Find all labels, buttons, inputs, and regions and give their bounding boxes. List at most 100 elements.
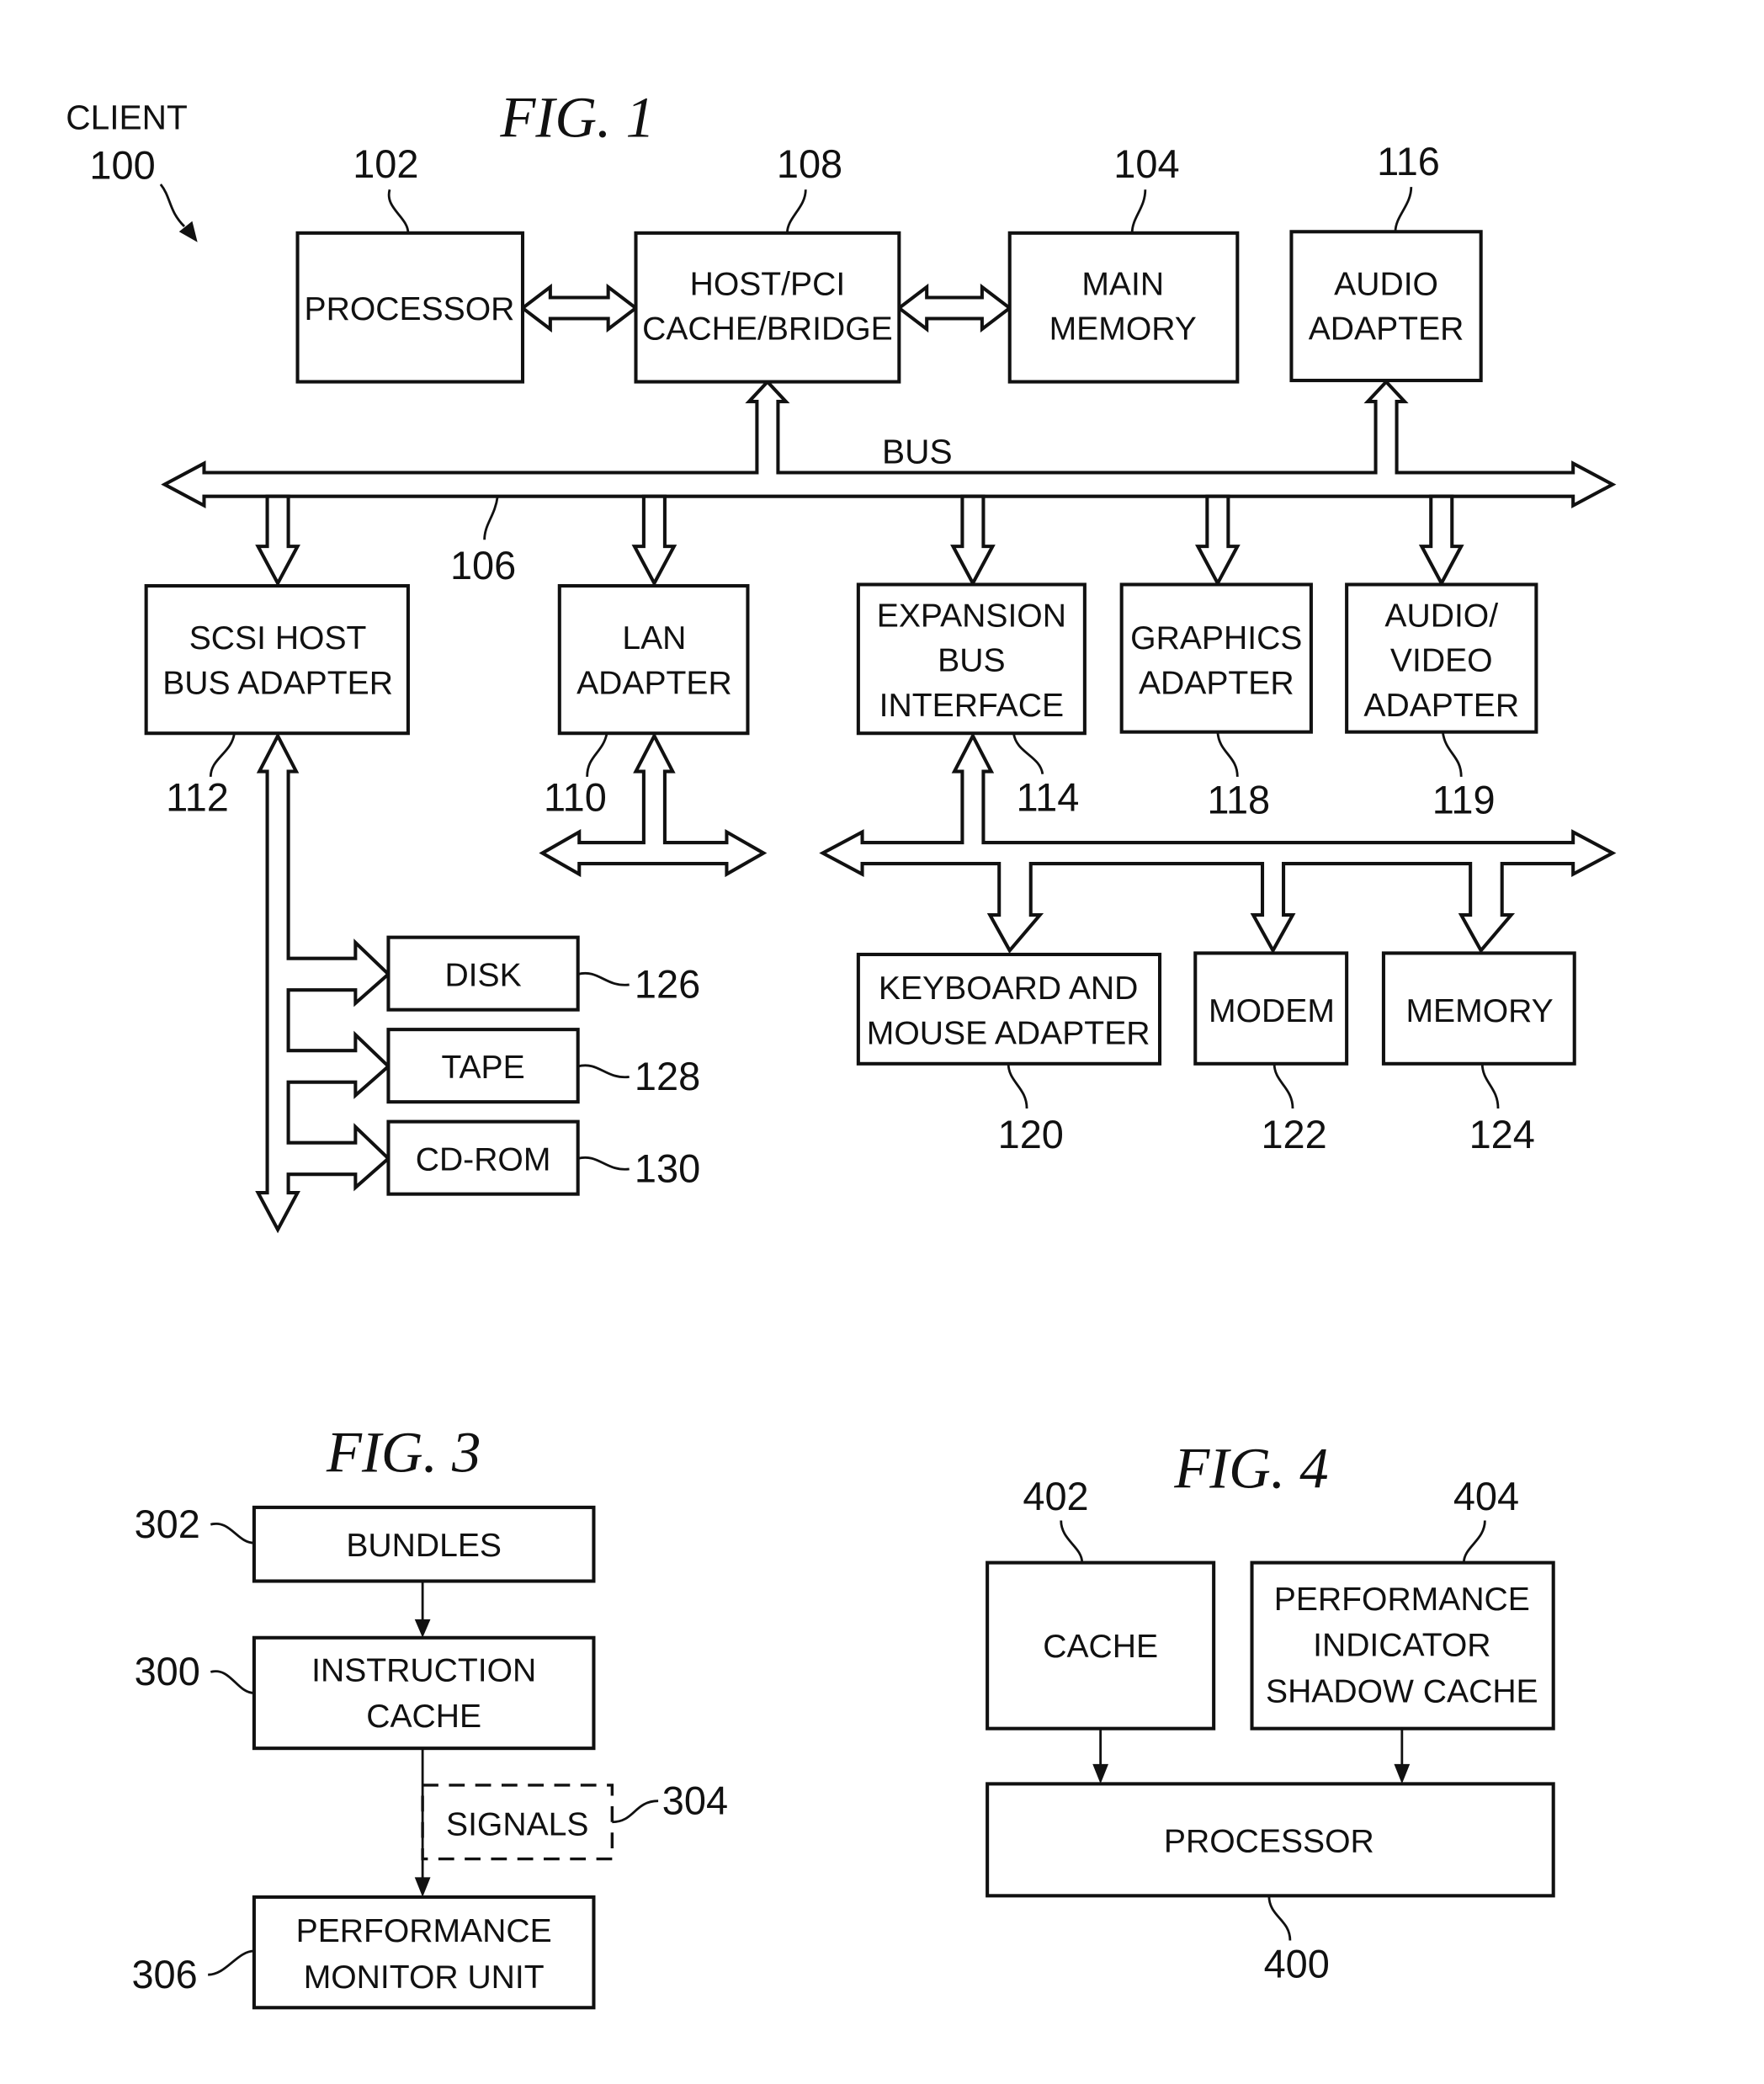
svg-text:ADAPTER: ADAPTER [1139, 665, 1294, 701]
block-graphics-adapter: GRAPHICS ADAPTER 118 [1119, 582, 1313, 822]
bus-leader-line [483, 496, 499, 540]
svg-text:ADAPTER: ADAPTER [1309, 311, 1464, 348]
arrowhead-icon [1092, 1763, 1109, 1784]
svg-text:TAPE: TAPE [441, 1050, 524, 1086]
ref-402: 402 [1023, 1475, 1088, 1518]
ref-130: 130 [635, 1147, 700, 1191]
svg-text:PROCESSOR: PROCESSOR [1164, 1824, 1374, 1860]
block-main-memory: MAIN MEMORY 104 [1007, 142, 1240, 384]
block-audio-video-adapter: AUDIO/ VIDEO ADAPTER 119 [1345, 582, 1538, 822]
ref-302: 302 [135, 1502, 200, 1546]
svg-text:AUDIO: AUDIO [1334, 266, 1438, 302]
ref-108: 108 [777, 142, 842, 186]
svg-text:MEMORY: MEMORY [1049, 311, 1197, 348]
ref-306: 306 [131, 1953, 197, 1996]
block-instruction-cache: INSTRUCTION CACHE 300 [135, 1635, 596, 1751]
arrowhead-icon [414, 1877, 431, 1897]
ref-119: 119 [1432, 779, 1496, 822]
svg-text:INTERFACE: INTERFACE [879, 688, 1064, 724]
svg-text:BUS: BUS [938, 643, 1005, 679]
svg-text:MONITOR UNIT: MONITOR UNIT [304, 1959, 545, 1996]
svg-text:PERFORMANCE: PERFORMANCE [1274, 1582, 1530, 1618]
expansion-bus-arrow [819, 731, 1617, 954]
svg-text:INDICATOR: INDICATOR [1313, 1628, 1490, 1664]
drop-arrow-lan [631, 494, 677, 587]
svg-text:CACHE: CACHE [366, 1699, 481, 1735]
processor-bridge-arrow [519, 283, 639, 333]
block-memory: MEMORY 124 [1381, 951, 1576, 1156]
block-cd-rom: CD-ROM 130 [386, 1119, 700, 1196]
drop-arrow-scsi [255, 494, 300, 587]
fig1-title: FIG. 1 [499, 86, 654, 150]
svg-text:SCSI HOST: SCSI HOST [189, 620, 367, 657]
ref-300: 300 [135, 1650, 200, 1693]
scsi-bus-arrow [255, 731, 391, 1234]
block-bundles: BUNDLES 302 [135, 1502, 596, 1583]
ref-120: 120 [998, 1113, 1064, 1156]
bus-label: BUS [882, 433, 953, 471]
drop-arrow-graphics [1194, 494, 1241, 587]
block-cache: CACHE 402 [986, 1475, 1216, 1730]
svg-text:EXPANSION: EXPANSION [877, 598, 1066, 635]
ref-124: 124 [1469, 1113, 1535, 1156]
client-label: CLIENT [66, 98, 188, 136]
svg-text:PERFORMANCE: PERFORMANCE [296, 1913, 552, 1949]
block-audio-adapter: AUDIO ADAPTER 116 [1289, 140, 1483, 383]
svg-text:LAN: LAN [622, 620, 686, 657]
svg-text:BUS ADAPTER: BUS ADAPTER [162, 665, 393, 701]
svg-text:ADAPTER: ADAPTER [1363, 688, 1519, 724]
client-ref: 100 [89, 144, 155, 188]
block-modem: MODEM 122 [1193, 951, 1349, 1156]
svg-text:SHADOW CACHE: SHADOW CACHE [1266, 1673, 1538, 1709]
svg-text:MEMORY: MEMORY [1406, 993, 1554, 1029]
block-performance-indicator-shadow-cache: PERFORMANCE INDICATOR SHADOW CACHE 404 [1250, 1475, 1555, 1730]
svg-text:KEYBOARD AND: KEYBOARD AND [879, 970, 1139, 1007]
block-host-pci-bridge: HOST/PCI CACHE/BRIDGE 108 [634, 142, 901, 384]
svg-text:CACHE: CACHE [1043, 1629, 1158, 1665]
ref-102: 102 [353, 142, 418, 186]
svg-text:MOUSE ADAPTER: MOUSE ADAPTER [867, 1015, 1150, 1051]
patent-drawing-sheet: FIG. 1 CLIENT 100 BUS 106 PROCESSOR 102 [66, 86, 1617, 2010]
svg-text:GRAPHICS: GRAPHICS [1130, 620, 1302, 657]
svg-text:CD-ROM: CD-ROM [416, 1142, 551, 1178]
ref-116: 116 [1377, 140, 1440, 183]
drop-arrow-av [1418, 494, 1464, 587]
svg-text:ADAPTER: ADAPTER [576, 665, 732, 701]
fig3-title: FIG. 3 [326, 1421, 481, 1485]
block-disk: DISK 126 [386, 935, 700, 1012]
bus-ref: 106 [450, 544, 516, 587]
ref-126: 126 [635, 963, 700, 1007]
svg-text:BUNDLES: BUNDLES [346, 1528, 502, 1564]
ref-118: 118 [1207, 779, 1270, 822]
ref-304: 304 [662, 1778, 728, 1822]
svg-text:HOST/PCI: HOST/PCI [690, 266, 846, 302]
ref-114: 114 [1017, 775, 1080, 819]
svg-text:PROCESSOR: PROCESSOR [305, 291, 515, 327]
ref-122: 122 [1261, 1113, 1326, 1156]
fig4-title: FIG. 4 [1173, 1436, 1328, 1500]
figure-4: FIG. 4 CACHE 402 PERFORMANCE INDICATOR S… [986, 1436, 1555, 1986]
ref-104: 104 [1113, 142, 1179, 186]
arrowhead-icon [1394, 1763, 1411, 1784]
svg-text:AUDIO/: AUDIO/ [1384, 598, 1498, 635]
ref-128: 128 [635, 1055, 700, 1098]
drop-arrow-expansion [950, 494, 996, 587]
block-signals: SIGNALS 304 [421, 1778, 728, 1861]
svg-text:SIGNALS: SIGNALS [446, 1806, 588, 1842]
svg-text:CACHE/BRIDGE: CACHE/BRIDGE [642, 311, 893, 348]
bridge-memory-arrow [895, 283, 1013, 333]
block-keyboard-mouse-adapter: KEYBOARD AND MOUSE ADAPTER 120 [856, 952, 1162, 1156]
bus-drop-arrows [255, 494, 1464, 587]
ref-400: 400 [1264, 1942, 1330, 1986]
client-leader-line [159, 183, 186, 228]
arrowhead-icon [414, 1619, 431, 1638]
svg-text:MAIN: MAIN [1081, 266, 1164, 302]
ref-110: 110 [544, 775, 607, 819]
ref-404: 404 [1453, 1475, 1519, 1518]
block-performance-monitor-unit: PERFORMANCE MONITOR UNIT 306 [131, 1895, 596, 2010]
svg-text:VIDEO: VIDEO [1390, 643, 1493, 679]
figure-3: FIG. 3 BUNDLES 302 INSTRUCTION CACHE 300… [131, 1421, 728, 2010]
ref-112: 112 [166, 775, 229, 819]
block-processor: PROCESSOR 102 [295, 142, 525, 384]
svg-text:MODEM: MODEM [1209, 993, 1335, 1029]
